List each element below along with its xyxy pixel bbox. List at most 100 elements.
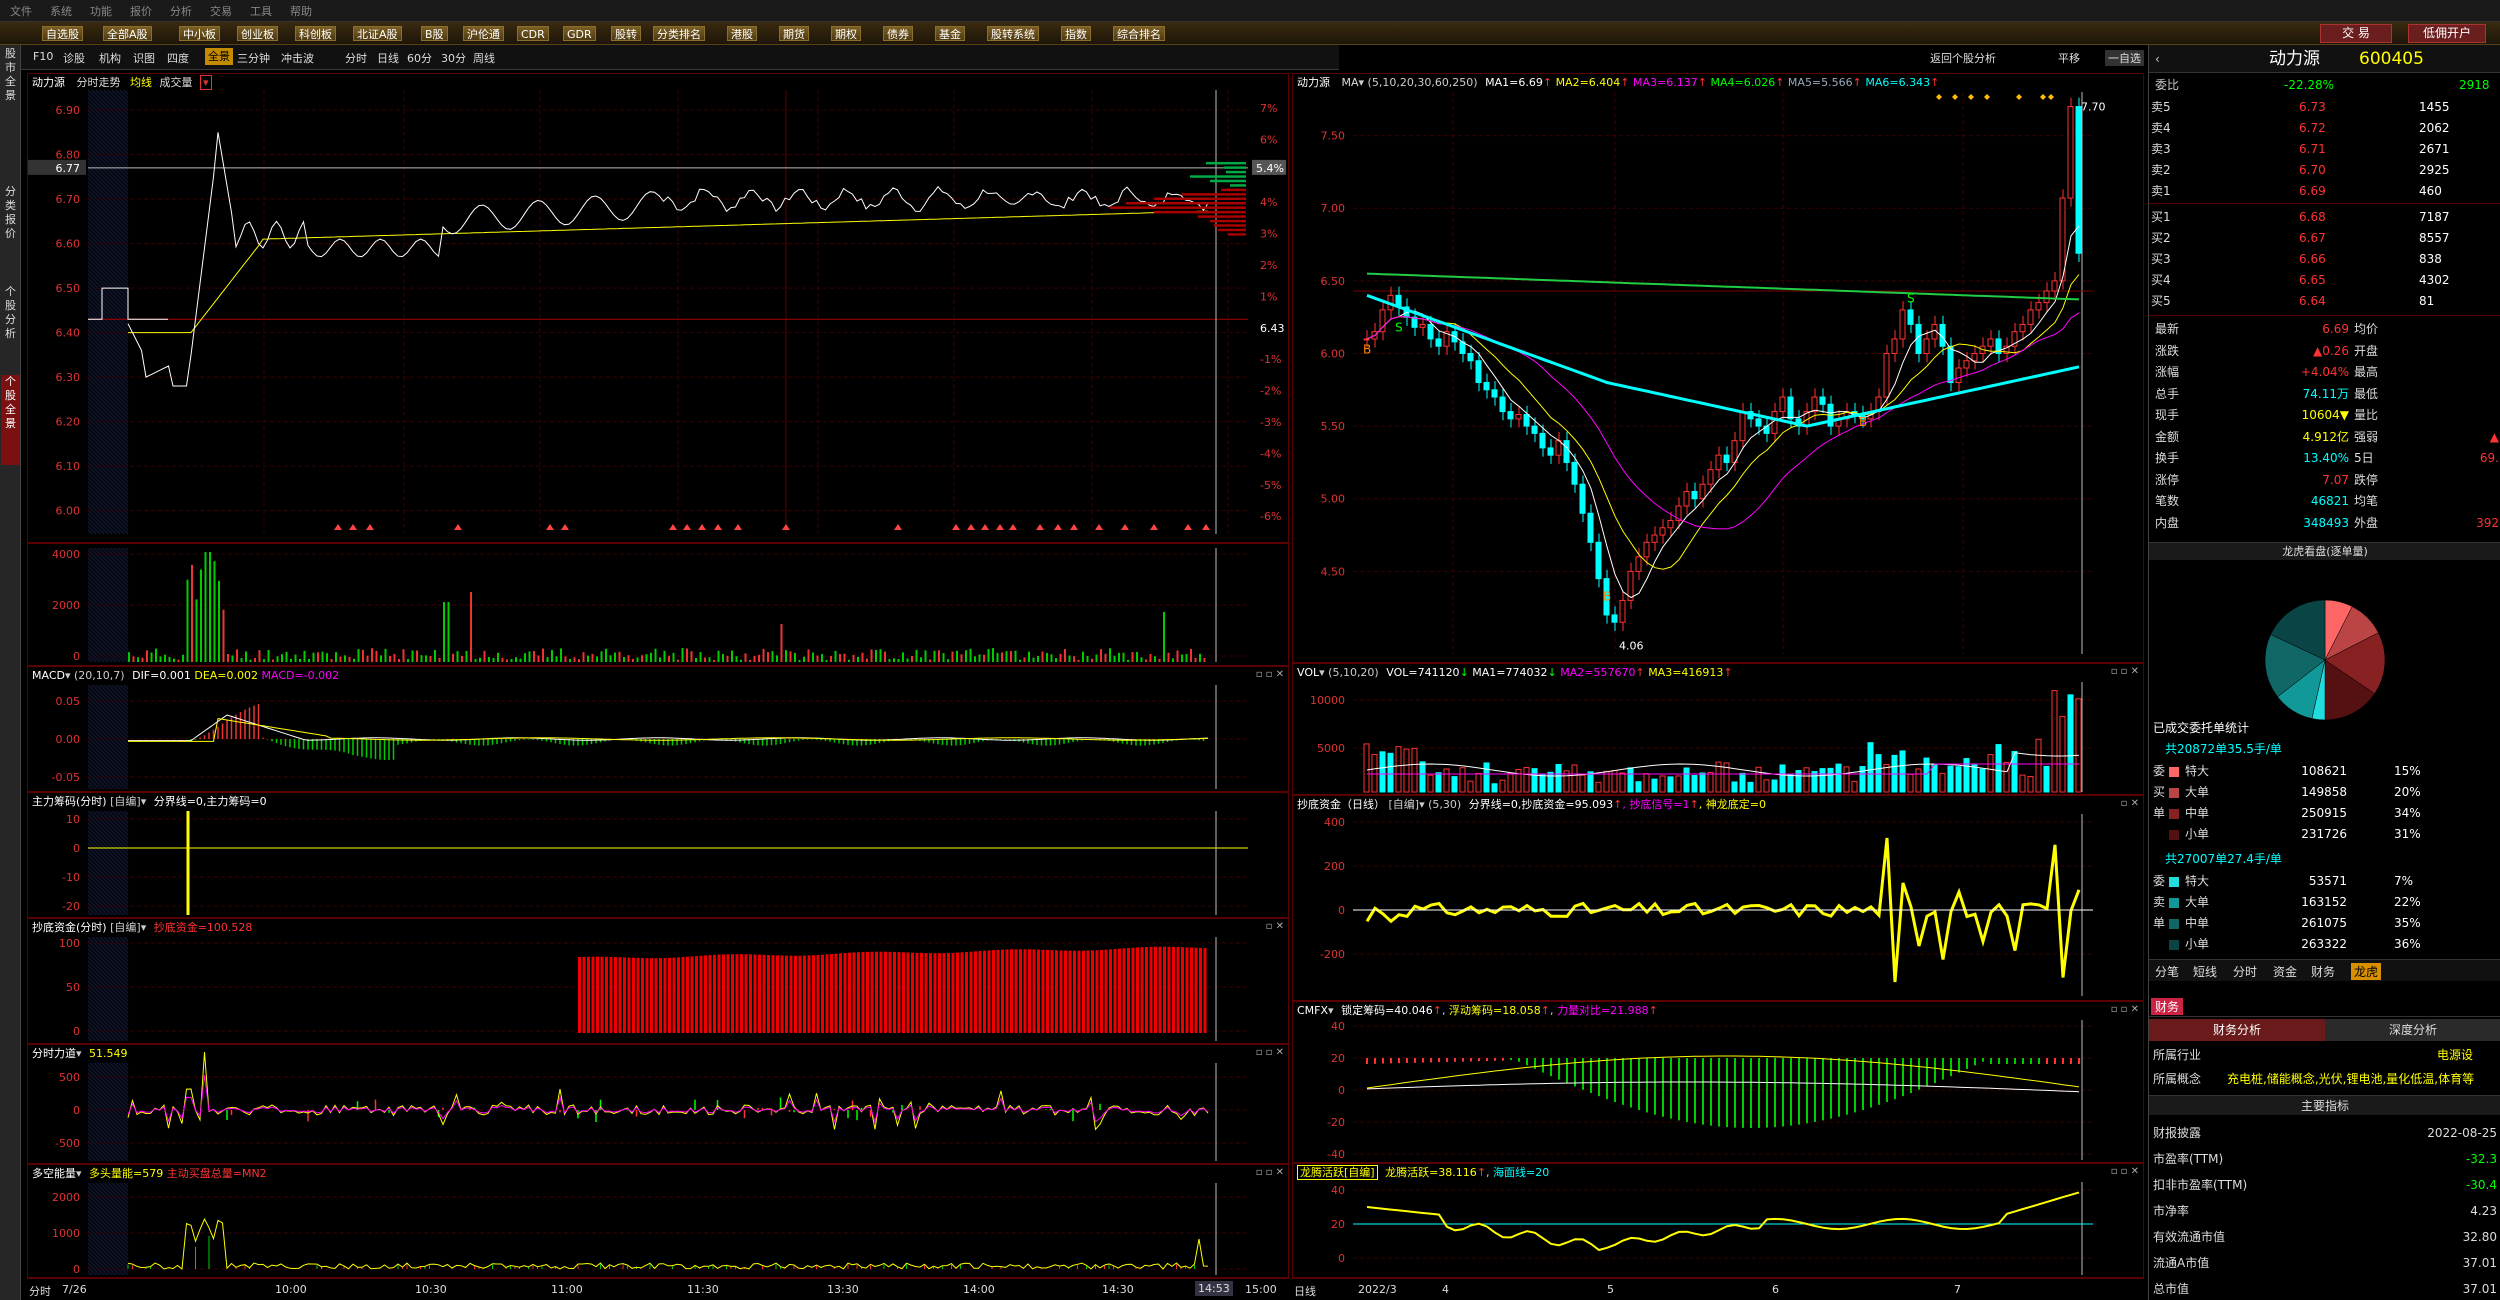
- menu-function[interactable]: 功能: [90, 3, 112, 18]
- long-short-svg[interactable]: 2000 1000 0: [28, 1165, 1289, 1278]
- menu-trade[interactable]: 交易: [210, 3, 232, 18]
- ask-row[interactable]: 卖3 6.71 2671: [2149, 139, 2500, 160]
- volume-bar: [893, 658, 895, 662]
- menu-system[interactable]: 系统: [50, 3, 72, 18]
- market-tab-16[interactable]: 基金: [935, 26, 965, 41]
- ask-row[interactable]: 卖4 6.72 2062: [2149, 118, 2500, 139]
- force-tick: 0: [73, 1104, 80, 1117]
- market-tab-7[interactable]: 沪伦通: [463, 26, 504, 41]
- market-tab-10[interactable]: 股转: [611, 26, 641, 41]
- subtool-right-2[interactable]: 一自选: [2105, 50, 2144, 66]
- market-tab-12[interactable]: 港股: [727, 26, 757, 41]
- intraday-chart-svg[interactable]: 6.90 6.80 6.70 6.60 6.50 6.40 6.30 6.20 6.10 6.00…: [28, 74, 1289, 543]
- deep-analysis-tab[interactable]: 深度分析: [2325, 1019, 2500, 1041]
- menu-analysis[interactable]: 分析: [170, 3, 192, 18]
- subtool-4[interactable]: 四度: [167, 50, 189, 66]
- bid-row[interactable]: 买2 6.67 8557: [2149, 228, 2500, 249]
- market-tab-3[interactable]: 创业板: [237, 26, 278, 41]
- market-tab-6[interactable]: B股: [421, 26, 448, 41]
- market-tab-5[interactable]: 北证A股: [353, 26, 402, 41]
- market-tab-2[interactable]: 中小板: [179, 26, 220, 41]
- size-volume: 231726: [2301, 827, 2347, 841]
- market-tab-17[interactable]: 股转系统: [987, 26, 1039, 41]
- subtool-0[interactable]: F10: [33, 50, 53, 63]
- intraday-volume-svg[interactable]: 4000 2000 0: [28, 544, 1289, 666]
- market-tab-1[interactable]: 全部A股: [103, 26, 152, 41]
- market-tab-14[interactable]: 期权: [831, 26, 861, 41]
- vtab-category-quote[interactable]: 分类报价: [1, 185, 20, 251]
- subtool-8[interactable]: 分时: [345, 50, 367, 66]
- subtool-10[interactable]: 60分: [407, 50, 432, 66]
- daily-volume-svg[interactable]: 10000 5000: [1293, 664, 2144, 795]
- back-icon[interactable]: ‹: [2155, 45, 2160, 73]
- menu-file[interactable]: 文件: [10, 3, 32, 18]
- axis-mode-label[interactable]: 分时: [29, 1283, 51, 1299]
- subtool-7[interactable]: 冲击波: [281, 50, 314, 66]
- volume-bar: [654, 648, 657, 662]
- market-tab-0[interactable]: 自选股: [42, 26, 83, 41]
- market-tab-18[interactable]: 指数: [1061, 26, 1091, 41]
- fin-tab[interactable]: 财务: [2151, 998, 2184, 1015]
- menu-tools[interactable]: 工具: [250, 3, 272, 18]
- dragon-svg[interactable]: 40 20 0: [1293, 1164, 2144, 1278]
- open-account-button[interactable]: 低佣开户: [2408, 24, 2486, 43]
- menu-quote[interactable]: 报价: [130, 3, 152, 18]
- candle-body: [1755, 418, 1762, 427]
- info-tab-0[interactable]: 分笔: [2155, 963, 2179, 980]
- subtool-11[interactable]: 30分: [441, 50, 466, 66]
- kline-svg[interactable]: 7.50 7.00 6.50 6.00 5.50 5.00 4.50 7.70 4.06 B B B S…: [1293, 74, 2144, 663]
- stat-label2: 外盘: [2354, 515, 2379, 530]
- market-tab-4[interactable]: 科创板: [295, 26, 336, 41]
- subtool-6[interactable]: 三分钟: [237, 50, 270, 66]
- ask-row[interactable]: 卖2 6.70 2925: [2149, 160, 2500, 181]
- subtool-9[interactable]: 日线: [377, 50, 399, 66]
- menu-help[interactable]: 帮助: [290, 3, 312, 18]
- stat-row: 总手 74.11万 最低: [2149, 384, 2500, 405]
- subtool-right-1[interactable]: 平移: [2058, 50, 2080, 66]
- subtool-1[interactable]: 诊股: [63, 50, 85, 66]
- bottom-fund-svg[interactable]: 100 50 0: [28, 919, 1289, 1044]
- subtool-12[interactable]: 周线: [473, 50, 495, 66]
- info-tab-2[interactable]: 分时: [2233, 963, 2257, 980]
- volume-bar: [470, 592, 472, 662]
- intraday-force-svg[interactable]: 500 0 -500: [28, 1045, 1289, 1164]
- info-tab-5[interactable]: 龙虎: [2351, 963, 2382, 980]
- market-tab-19[interactable]: 综合排名: [1113, 26, 1165, 41]
- dif-line: [128, 714, 1209, 742]
- market-tab-11[interactable]: 分类排名: [653, 26, 705, 41]
- vtab-market-overview[interactable]: 股市全景: [1, 47, 20, 113]
- main-chips-svg[interactable]: 10 0 -10 -20: [28, 793, 1289, 918]
- bottom-fund-daily-svg[interactable]: 400 200 0 -200: [1293, 796, 2144, 1001]
- vtab-stock-overview[interactable]: 个股全景: [1, 375, 20, 465]
- macd-svg[interactable]: 0.05 0.00 -0.05: [28, 667, 1289, 792]
- fin-analysis-tab[interactable]: 财务分析: [2149, 1019, 2325, 1041]
- bid-row[interactable]: 买3 6.66 838: [2149, 249, 2500, 270]
- subtool-3[interactable]: 识图: [133, 50, 155, 66]
- volume-bar: [821, 654, 823, 662]
- trade-button[interactable]: 交 易: [2320, 24, 2392, 43]
- subtool-2[interactable]: 机构: [99, 50, 121, 66]
- bid-row[interactable]: 买1 6.68 7187: [2149, 207, 2500, 228]
- ask-row[interactable]: 卖5 6.73 1455: [2149, 97, 2500, 118]
- subtool-right-0[interactable]: 返回个股分析: [1930, 50, 1996, 66]
- daily-volume-bar: [1803, 767, 1810, 793]
- bid-row[interactable]: 买4 6.65 4302: [2149, 270, 2500, 291]
- volume-bar: [911, 655, 913, 662]
- market-tab-9[interactable]: GDR: [563, 26, 596, 41]
- market-tab-8[interactable]: CDR: [517, 26, 549, 41]
- volume-bar: [429, 655, 432, 662]
- axis-mode-label[interactable]: 日线: [1294, 1283, 1316, 1299]
- ask-row[interactable]: 卖1 6.69 460: [2149, 181, 2500, 202]
- done-title: 已成交委托单统计: [2149, 718, 2500, 739]
- market-tab-15[interactable]: 债券: [883, 26, 913, 41]
- bid-row[interactable]: 买5 6.64 81: [2149, 291, 2500, 312]
- info-tab-4[interactable]: 财务: [2311, 963, 2335, 980]
- subtool-5[interactable]: 全景: [205, 48, 233, 65]
- vtab-stock-analysis[interactable]: 个股分析: [1, 285, 20, 351]
- cmfx-svg[interactable]: 40 20 0 -20 -40: [1293, 1002, 2144, 1163]
- info-tab-1[interactable]: 短线: [2193, 963, 2217, 980]
- info-tab-3[interactable]: 资金: [2273, 963, 2297, 980]
- fund-bar: [866, 951, 869, 1033]
- market-tab-13[interactable]: 期货: [779, 26, 809, 41]
- fund-bar: [947, 952, 950, 1033]
